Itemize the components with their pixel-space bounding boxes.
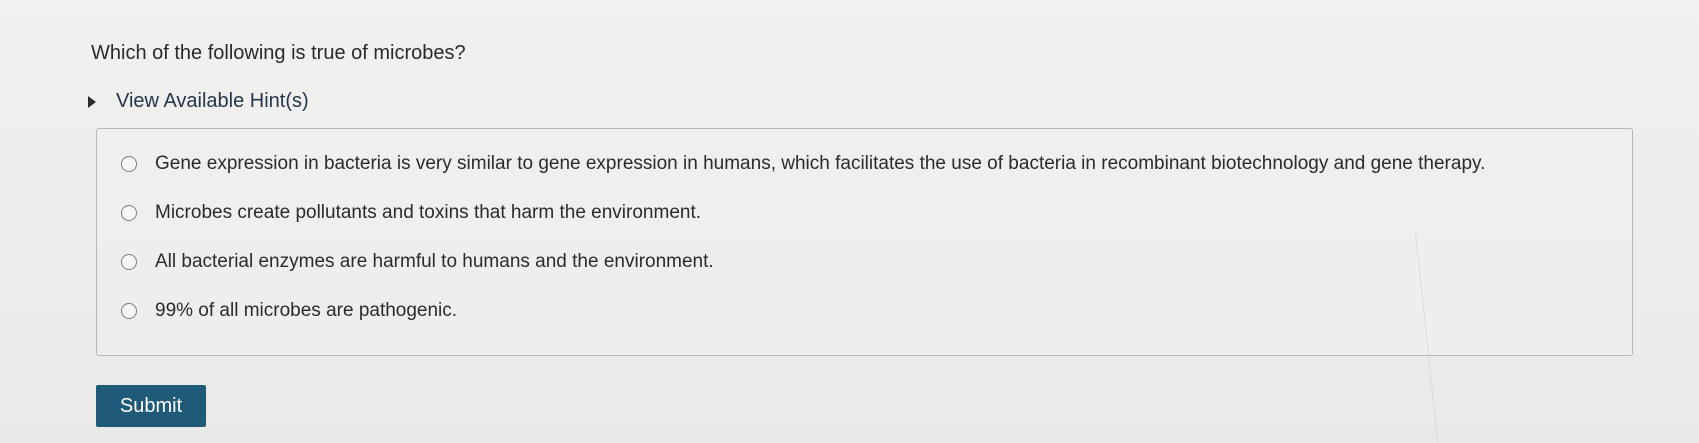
caret-right-icon — [88, 95, 96, 108]
answer-option-label: All bacterial enzymes are harmful to hum… — [155, 251, 714, 272]
radio-button[interactable] — [121, 205, 137, 221]
answer-option-label: Microbes create pollutants and toxins th… — [155, 202, 702, 223]
radio-button[interactable] — [121, 303, 137, 319]
view-hints-label: View Available Hint(s) — [116, 90, 309, 112]
answer-option[interactable]: Gene expression in bacteria is very simi… — [121, 153, 1485, 175]
question-text: Which of the following is true of microb… — [91, 42, 466, 64]
view-hints-toggle[interactable]: View Available Hint(s) — [88, 90, 309, 113]
answer-option[interactable]: Microbes create pollutants and toxins th… — [121, 202, 701, 224]
radio-button[interactable] — [121, 254, 137, 270]
answer-option[interactable]: All bacterial enzymes are harmful to hum… — [121, 251, 714, 273]
answer-options-box: Gene expression in bacteria is very simi… — [96, 128, 1633, 356]
answer-option[interactable]: 99% of all microbes are pathogenic. — [121, 300, 457, 322]
answer-option-label: 99% of all microbes are pathogenic. — [155, 300, 458, 321]
submit-button[interactable]: Submit — [96, 385, 206, 427]
radio-button[interactable] — [121, 156, 137, 172]
answer-option-label: Gene expression in bacteria is very simi… — [155, 153, 1486, 174]
